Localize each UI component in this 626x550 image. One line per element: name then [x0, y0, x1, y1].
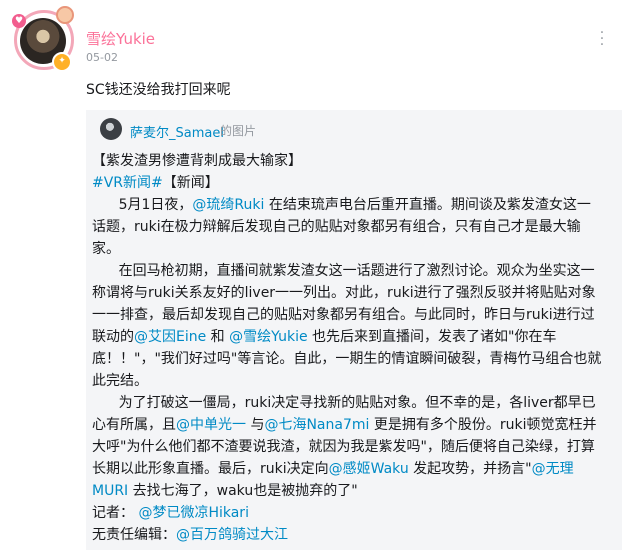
repost-tag-line: #VR新闻#【新闻】	[92, 172, 604, 194]
post-text: SC钱还没给我打回来呢	[86, 82, 231, 98]
repost-card[interactable]: 萨麦尔_Samael 的图片 【紫发渣男惨遭背刺成最大输家】 #VR新闻#【新闻…	[86, 110, 622, 550]
reporter-label: 记者：	[92, 505, 134, 521]
avatar-block[interactable]: ♥ ✦	[12, 6, 74, 72]
reporter-line: 记者： @梦已微凉Hikari	[92, 502, 604, 524]
repost-type-label: 的图片	[220, 124, 257, 138]
text-segment: 去找七海了，waku也是被抛弃的了"	[128, 483, 358, 499]
paragraph-1: 5月1日夜，@琉绮Ruki 在结束琉声电台后重开直播。期间谈及紫发渣女这一话题，…	[92, 194, 604, 260]
mention-link[interactable]: @雪绘Yukie	[229, 329, 307, 345]
text-segment: 与	[246, 417, 265, 433]
hashtag-link[interactable]: #VR新闻#	[92, 175, 163, 191]
post-date: 05-02	[86, 51, 118, 64]
tag-suffix: 【新闻】	[162, 175, 219, 191]
mention-link[interactable]: @艾因Eine	[134, 329, 206, 345]
mention-link[interactable]: @七海Nana7mi	[264, 417, 369, 433]
more-options-icon[interactable]: · · ·	[598, 26, 606, 52]
paragraph-2: 在回马枪初期，直播间就紫发渣女这一话题进行了激烈讨论。观众为坐实这一称谓将与ru…	[92, 260, 604, 392]
mention-link[interactable]: @感姬Waku	[329, 461, 409, 477]
editor-line: 无责任编辑：@百万鸽骑过大江	[92, 524, 604, 546]
repost-body: 【紫发渣男惨遭背刺成最大输家】 #VR新闻#【新闻】 5月1日夜，@琉绮Ruki…	[92, 150, 604, 546]
repost-author-avatar[interactable]	[100, 118, 122, 140]
verified-badge-icon: ✦	[52, 52, 72, 72]
reporter-mention[interactable]: @梦已微凉Hikari	[138, 505, 249, 521]
editor-mention[interactable]: @百万鸽骑过大江	[176, 527, 288, 543]
repost-title: 【紫发渣男惨遭背刺成最大输家】	[92, 153, 302, 169]
pendant-character-icon	[56, 6, 74, 24]
editor-label: 无责任编辑：	[92, 527, 176, 543]
mention-link[interactable]: @中单光一	[176, 417, 246, 433]
post-author-name[interactable]: 雪绘Yukie	[86, 28, 155, 49]
text-segment: 和	[206, 329, 230, 345]
mention-link[interactable]: @琉绮Ruki	[192, 197, 264, 213]
heart-icon: ♥	[12, 14, 26, 28]
text-segment: 发起攻势，并扬言"	[408, 461, 532, 477]
paragraph-3: 为了打破这一僵局，ruki决定寻找新的贴贴对象。但不幸的是，各liver都早已心…	[92, 392, 604, 502]
repost-author-name[interactable]: 萨麦尔_Samael	[130, 122, 224, 141]
text-segment: 5月1日夜，	[118, 197, 193, 213]
